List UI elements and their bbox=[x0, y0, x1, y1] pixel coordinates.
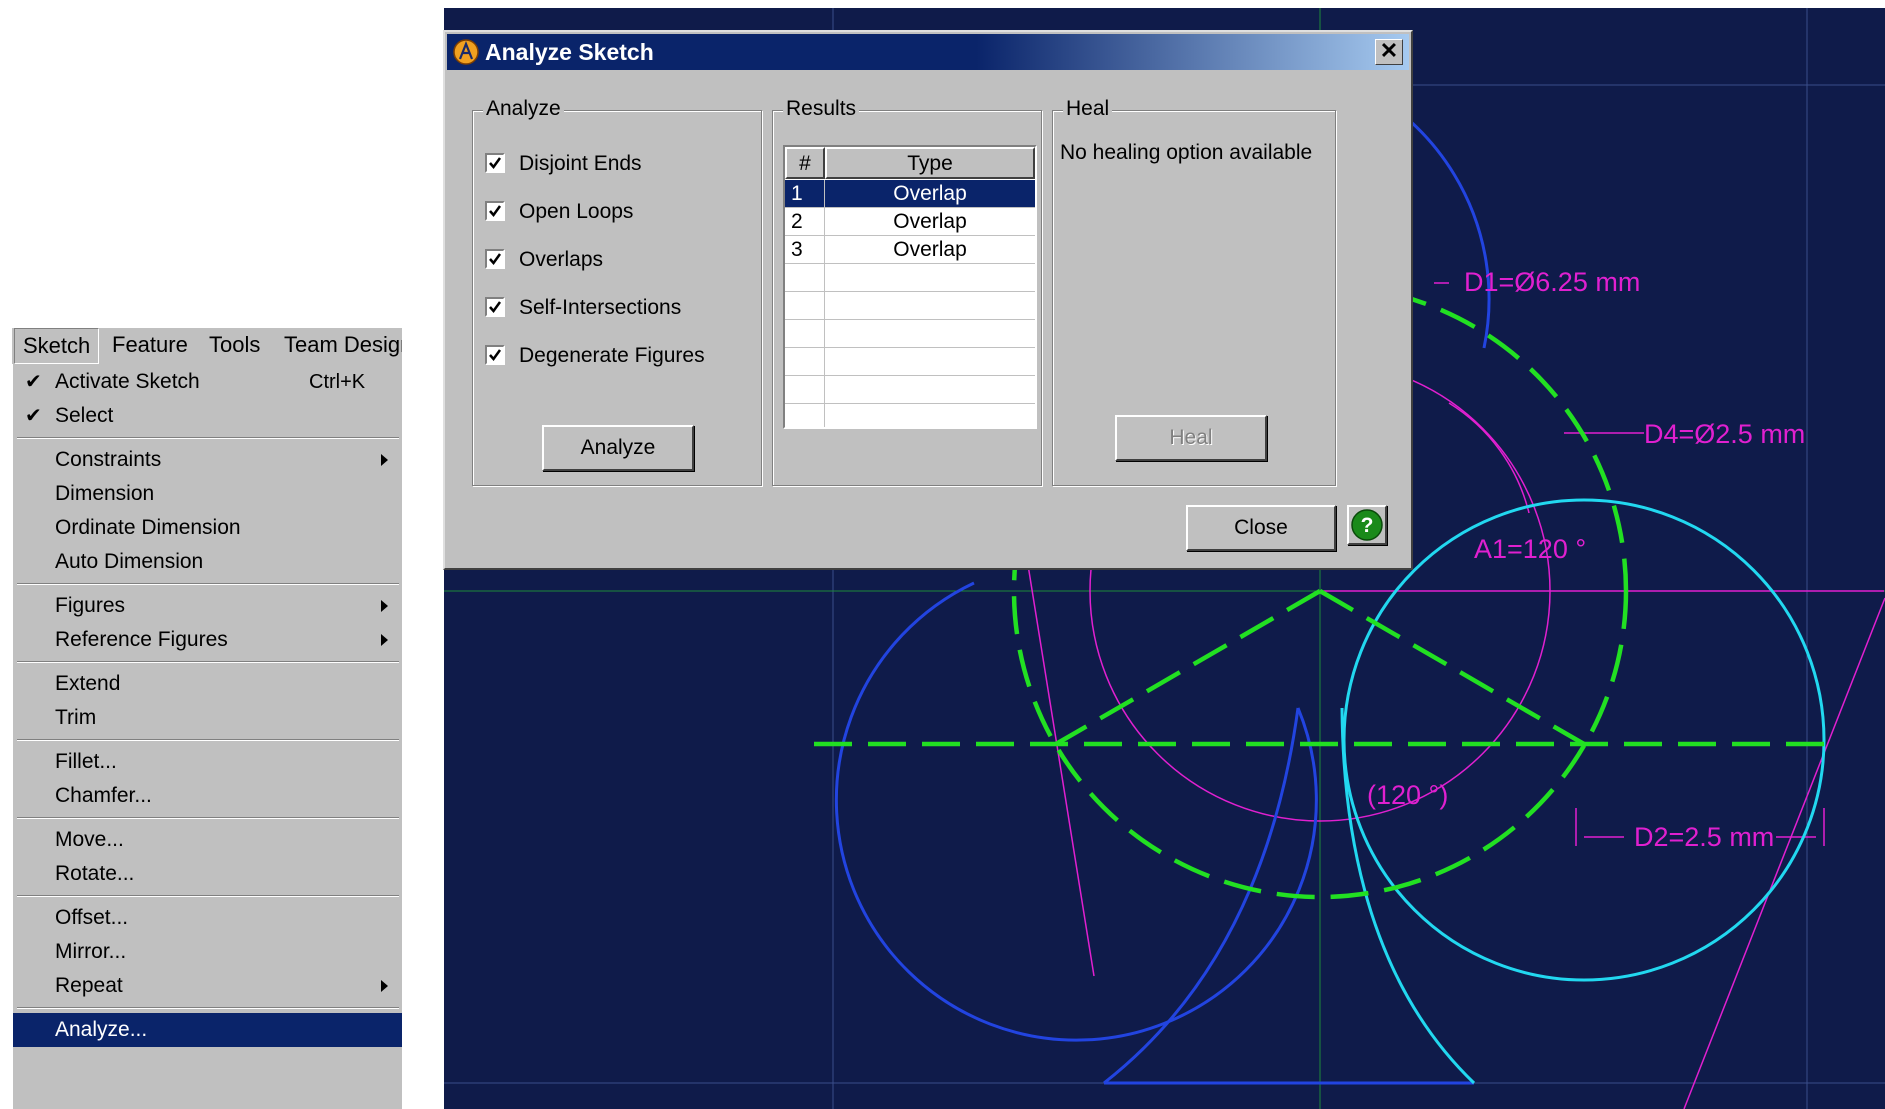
dialog-titlebar[interactable]: Analyze Sketch ✕ bbox=[447, 34, 1409, 70]
column-header-number[interactable]: # bbox=[785, 147, 825, 179]
menu-tools[interactable]: Tools bbox=[201, 328, 268, 362]
table-row[interactable]: 1 Overlap bbox=[785, 180, 1035, 208]
menu-separator bbox=[17, 661, 399, 663]
dimension-d1: D1=Ø6.25 mm bbox=[1464, 267, 1640, 297]
dimension-d2: D2=2.5 mm bbox=[1634, 822, 1774, 852]
menu-item-rotate[interactable]: Rotate... bbox=[13, 857, 402, 891]
menu-separator bbox=[17, 1007, 399, 1009]
dimension-a2: (120 °) bbox=[1367, 780, 1448, 810]
help-button[interactable]: ? bbox=[1347, 505, 1387, 545]
heal-button: Heal bbox=[1115, 415, 1267, 461]
menu-item-repeat[interactable]: Repeat bbox=[13, 969, 402, 1003]
table-row-empty bbox=[785, 292, 1035, 320]
check-icon: ✔ bbox=[25, 405, 42, 427]
table-row-empty bbox=[785, 376, 1035, 404]
close-button[interactable]: Close bbox=[1186, 505, 1336, 551]
menu-item-ordinate-dimension[interactable]: Ordinate Dimension bbox=[13, 511, 402, 545]
sketch-menu: Sketch Feature Tools Team Design ✔ Activ… bbox=[12, 328, 402, 1109]
menu-bar: Sketch Feature Tools Team Design bbox=[12, 328, 402, 365]
menu-item-select[interactable]: ✔ Select bbox=[13, 399, 402, 433]
menu-item-chamfer[interactable]: Chamfer... bbox=[13, 779, 402, 813]
analyze-group: Analyze Disjoint Ends Open Loops Overlap… bbox=[472, 97, 762, 486]
menu-item-extend[interactable]: Extend bbox=[13, 667, 402, 701]
menu-separator bbox=[17, 739, 399, 741]
svg-text:?: ? bbox=[1361, 514, 1374, 537]
dimension-labels: D1=Ø6.25 mm D4=Ø2.5 mm A1=120 ° (120 °) … bbox=[1367, 267, 1805, 852]
menu-feature[interactable]: Feature bbox=[104, 328, 196, 362]
table-row-empty bbox=[785, 404, 1035, 427]
analyze-button[interactable]: Analyze bbox=[542, 425, 694, 471]
menu-item-figures[interactable]: Figures bbox=[13, 589, 402, 623]
results-group-label: Results bbox=[783, 97, 860, 121]
menu-item-activate-sketch[interactable]: ✔ Activate Sketch Ctrl+K bbox=[13, 365, 402, 399]
table-row[interactable]: 2 Overlap bbox=[785, 208, 1035, 236]
table-row-empty bbox=[785, 348, 1035, 376]
results-list-header: # Type bbox=[785, 147, 1035, 179]
analyze-group-label: Analyze bbox=[483, 97, 564, 121]
checkmark-icon bbox=[489, 253, 502, 266]
dimension-d4: D4=Ø2.5 mm bbox=[1644, 419, 1805, 449]
submenu-arrow-icon bbox=[381, 600, 388, 612]
checkmark-icon bbox=[489, 349, 502, 362]
menu-item-reference-figures[interactable]: Reference Figures bbox=[13, 623, 402, 657]
table-row-empty bbox=[785, 320, 1035, 348]
results-list[interactable]: # Type 1 Overlap 2 Overlap 3 Overlap bbox=[783, 145, 1037, 429]
menu-item-move[interactable]: Move... bbox=[13, 823, 402, 857]
check-icon: ✔ bbox=[25, 371, 42, 393]
menu-item-analyze[interactable]: Analyze... bbox=[13, 1013, 402, 1047]
table-row-empty bbox=[785, 264, 1035, 292]
menu-item-constraints[interactable]: Constraints bbox=[13, 443, 402, 477]
heal-group-label: Heal bbox=[1063, 97, 1113, 121]
menu-sketch[interactable]: Sketch bbox=[14, 328, 100, 364]
menu-separator bbox=[17, 583, 399, 585]
app-logo-icon bbox=[453, 39, 479, 65]
analyze-sketch-dialog: Analyze Sketch ✕ Analyze Disjoint Ends O… bbox=[443, 30, 1413, 570]
menu-item-trim[interactable]: Trim bbox=[13, 701, 402, 735]
menu-separator bbox=[17, 817, 399, 819]
table-row[interactable]: 3 Overlap bbox=[785, 236, 1035, 264]
menu-item-mirror[interactable]: Mirror... bbox=[13, 935, 402, 969]
heal-group: Heal No healing option available Heal bbox=[1052, 97, 1336, 486]
submenu-arrow-icon bbox=[381, 454, 388, 466]
sketch-dropdown: ✔ Activate Sketch Ctrl+K ✔ Select Constr… bbox=[12, 364, 402, 1109]
menu-team-design[interactable]: Team Design bbox=[276, 328, 402, 362]
dimension-a1: A1=120 ° bbox=[1474, 534, 1586, 564]
menu-item-dimension[interactable]: Dimension bbox=[13, 477, 402, 511]
close-icon[interactable]: ✕ bbox=[1375, 39, 1403, 65]
menu-item-auto-dimension[interactable]: Auto Dimension bbox=[13, 545, 402, 579]
menu-separator bbox=[17, 895, 399, 897]
checkmark-icon bbox=[489, 205, 502, 218]
menu-item-fillet[interactable]: Fillet... bbox=[13, 745, 402, 779]
help-icon: ? bbox=[1351, 509, 1383, 541]
results-group: Results # Type 1 Overlap 2 Overlap 3 Ove… bbox=[772, 97, 1042, 486]
submenu-arrow-icon bbox=[381, 634, 388, 646]
submenu-arrow-icon bbox=[381, 980, 388, 992]
menu-item-offset[interactable]: Offset... bbox=[13, 901, 402, 935]
menu-separator bbox=[17, 437, 399, 439]
heal-message: No healing option available bbox=[1060, 141, 1313, 164]
checkmark-icon bbox=[489, 157, 502, 170]
column-header-type[interactable]: Type bbox=[825, 147, 1035, 179]
checkmark-icon bbox=[489, 301, 502, 314]
dialog-title: Analyze Sketch bbox=[485, 39, 654, 65]
